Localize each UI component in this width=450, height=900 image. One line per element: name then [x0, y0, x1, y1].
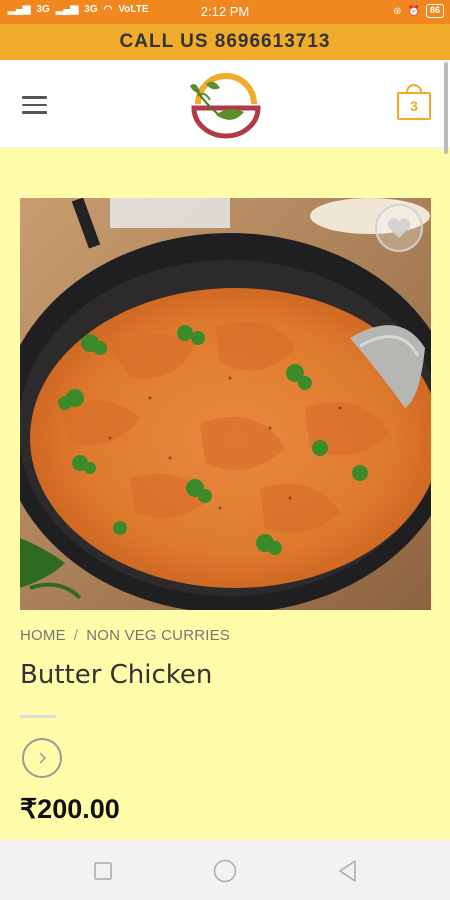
scrollbar[interactable] — [444, 62, 448, 154]
hamburger-icon[interactable] — [22, 96, 47, 114]
system-nav-bar — [0, 840, 450, 900]
product-title: Butter Chicken — [20, 660, 213, 690]
breadcrumb-separator: / — [73, 627, 79, 644]
chevron-right-icon — [39, 752, 47, 764]
wishlist-button[interactable] — [375, 204, 423, 252]
site-header: 3 — [0, 60, 450, 148]
status-time: 2:12 PM — [200, 4, 250, 19]
home-icon[interactable] — [213, 859, 237, 883]
status-bar-right: ⊛ ⏰ 86 — [393, 4, 444, 18]
breadcrumb-category[interactable]: NON VEG CURRIES — [86, 627, 230, 644]
back-icon[interactable] — [337, 859, 357, 883]
product-price: ₹200.00 — [20, 794, 120, 824]
cart-count: 3 — [397, 92, 431, 120]
alarm-icon: ⏰ — [407, 5, 420, 17]
heart-icon — [387, 218, 411, 238]
butter-chicken-photo — [20, 198, 431, 610]
recents-icon[interactable] — [94, 862, 112, 880]
sync-icon: ⊛ — [393, 5, 402, 17]
product-image[interactable] — [20, 198, 431, 610]
battery-indicator: 86 — [425, 4, 444, 18]
breadcrumb: HOME / NON VEG CURRIES — [20, 627, 230, 644]
next-product-button[interactable] — [22, 738, 62, 778]
breadcrumb-home[interactable]: HOME — [20, 627, 66, 644]
cart-button[interactable]: 3 — [397, 84, 431, 120]
call-us-bar[interactable]: CALL US 8696613713 — [0, 24, 450, 60]
restaurant-logo[interactable] — [186, 70, 266, 140]
status-bar: ▂▄▆ 3G ▂▄▆ 3G ◠ VoLTE 2:12 PM ⊛ ⏰ 86 — [0, 0, 450, 24]
title-divider — [20, 715, 56, 718]
